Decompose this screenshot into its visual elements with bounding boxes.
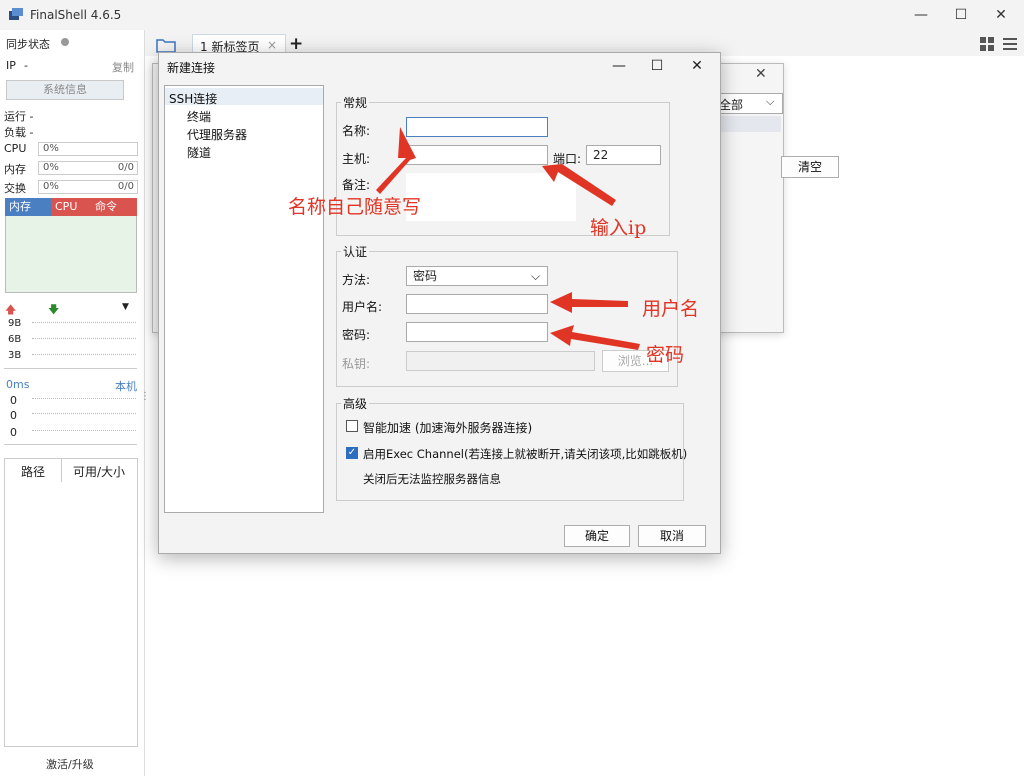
annotation-ip-hint: 输入ip bbox=[590, 217, 647, 239]
arrow-to-password bbox=[550, 325, 640, 350]
arrow-to-username bbox=[550, 292, 628, 313]
annotation-user-hint: 用户名 bbox=[642, 298, 700, 320]
arrow-to-name bbox=[376, 127, 416, 194]
annotation-password-hint: 密码 bbox=[646, 344, 685, 366]
annotation-name-hint: 名称自己随意写 bbox=[288, 196, 422, 218]
arrow-to-host bbox=[542, 164, 616, 206]
annotation-arrows bbox=[376, 127, 640, 350]
